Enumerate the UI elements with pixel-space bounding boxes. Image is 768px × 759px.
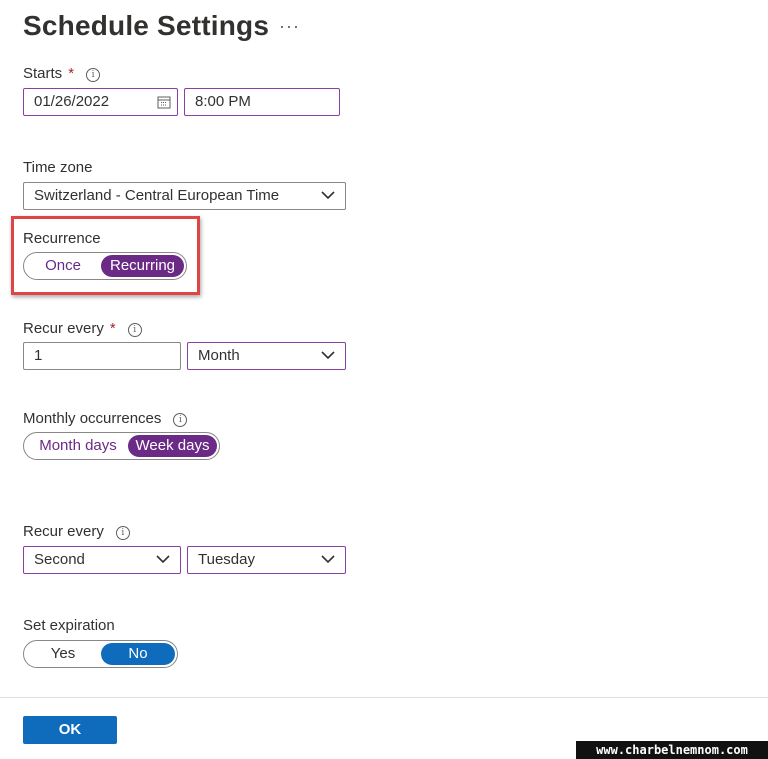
recur-every-label-row: Recur every * i xyxy=(23,320,142,338)
required-mark: * xyxy=(109,320,116,337)
recur-every-2-label-row: Recur every i xyxy=(23,523,130,541)
recur-day-dropdown[interactable]: Tuesday xyxy=(187,546,346,574)
calendar-icon[interactable] xyxy=(157,95,171,109)
info-icon[interactable]: i xyxy=(173,413,188,427)
recurrence-option-recurring[interactable]: Recurring xyxy=(101,255,184,277)
start-date-value: 01/26/2022 xyxy=(34,93,110,110)
time-zone-label: Time zone xyxy=(23,159,93,176)
ok-button[interactable]: OK xyxy=(23,716,117,744)
starts-label-row: Starts * i xyxy=(23,65,101,83)
recur-unit-dropdown[interactable]: Month xyxy=(187,342,346,370)
chevron-down-icon xyxy=(321,555,335,564)
monthly-occurrences-label: Monthly occurrences xyxy=(23,410,162,427)
info-icon[interactable]: i xyxy=(115,526,130,540)
page-title: Schedule Settings xyxy=(23,10,270,41)
required-mark: * xyxy=(68,65,75,82)
recurrence-label: Recurrence xyxy=(23,230,101,247)
time-zone-dropdown[interactable]: Switzerland - Central European Time xyxy=(23,182,346,210)
chevron-down-icon xyxy=(321,191,335,200)
start-time-value: 8:00 PM xyxy=(195,93,251,110)
recur-unit-value: Month xyxy=(198,347,240,364)
recur-ordinal-value: Second xyxy=(34,551,85,568)
monthly-occurrences-toggle[interactable]: Month days Week days xyxy=(23,432,220,460)
monthly-occurrences-label-row: Monthly occurrences i xyxy=(23,410,188,428)
monthly-option-month-days[interactable]: Month days xyxy=(30,435,126,457)
starts-label: Starts xyxy=(23,65,63,82)
chevron-down-icon xyxy=(321,351,335,360)
recur-every-label: Recur every xyxy=(23,320,104,337)
info-icon[interactable]: i xyxy=(86,68,101,82)
recur-every-2-label: Recur every xyxy=(23,523,104,540)
recurrence-option-once[interactable]: Once xyxy=(28,255,98,277)
watermark: www.charbelnemnom.com xyxy=(576,741,768,759)
start-date-field[interactable]: 01/26/2022 xyxy=(23,88,178,116)
set-expiration-label: Set expiration xyxy=(23,617,115,634)
expiration-option-no[interactable]: No xyxy=(101,643,175,665)
recur-interval-input[interactable]: 1 xyxy=(23,342,181,370)
monthly-option-week-days[interactable]: Week days xyxy=(128,435,217,457)
recur-interval-value: 1 xyxy=(34,347,43,364)
time-zone-value: Switzerland - Central European Time xyxy=(34,187,280,204)
recur-day-value: Tuesday xyxy=(198,551,255,568)
chevron-down-icon xyxy=(156,555,170,564)
footer-divider xyxy=(0,697,768,698)
info-icon[interactable]: i xyxy=(127,323,142,337)
expiration-option-yes[interactable]: Yes xyxy=(28,643,98,665)
recurrence-toggle[interactable]: Once Recurring xyxy=(23,252,187,280)
recur-ordinal-dropdown[interactable]: Second xyxy=(23,546,181,574)
expiration-toggle[interactable]: Yes No xyxy=(23,640,178,668)
start-time-field[interactable]: 8:00 PM xyxy=(184,88,340,116)
more-options-icon[interactable]: ··· xyxy=(279,16,300,37)
